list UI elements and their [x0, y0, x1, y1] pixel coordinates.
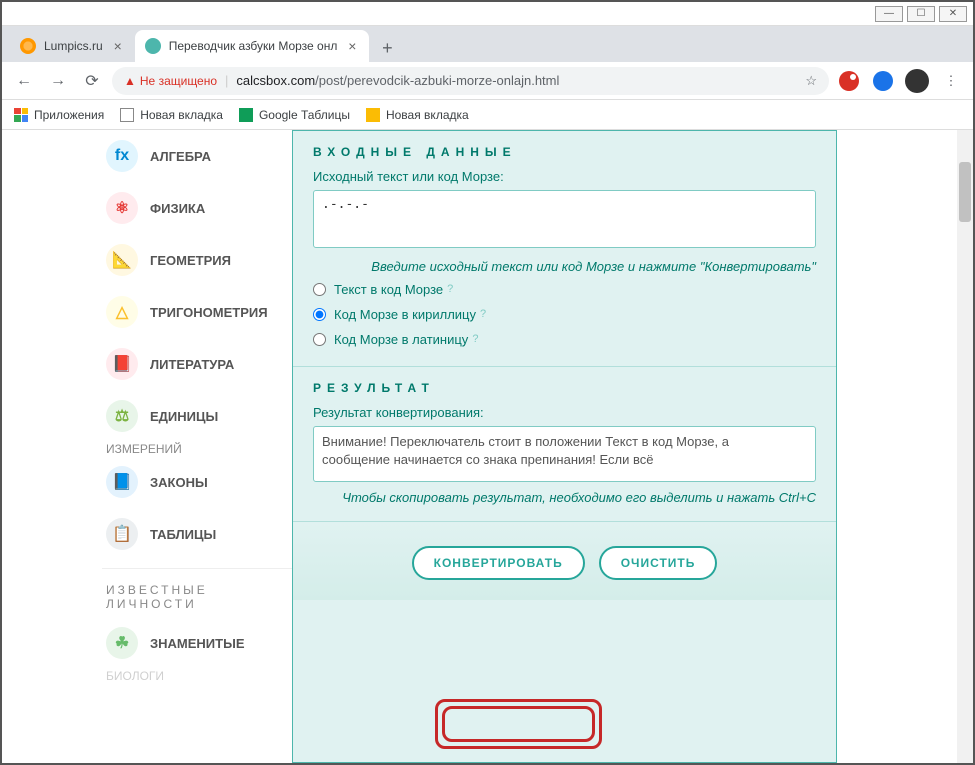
sidebar-label: ЗАКОНЫ [150, 475, 208, 490]
sidebar-label: ФИЗИКА [150, 201, 205, 216]
window-close[interactable]: ✕ [939, 6, 967, 22]
favicon-lumpics [20, 38, 36, 54]
sidebar-item-trigonometry[interactable]: △ ТРИГОНОМЕТРИЯ [102, 286, 292, 338]
tab-lumpics[interactable]: Lumpics.ru × [10, 30, 135, 62]
bookmarks-bar: Приложения Новая вкладка Google Таблицы … [2, 100, 973, 130]
sidebar-label: ТАБЛИЦЫ [150, 527, 216, 542]
result-section-header: РЕЗУЛЬТАТ [293, 367, 836, 405]
page-icon [366, 108, 380, 122]
literature-icon: 📕 [106, 348, 138, 380]
bookmark-label: Google Таблицы [259, 108, 350, 122]
tables-icon: 📋 [106, 518, 138, 550]
sidebar-label: АЛГЕБРА [150, 149, 211, 164]
radio-morse-to-cyrillic[interactable]: Код Морзе в кириллицу? [313, 302, 816, 327]
radio-input[interactable] [313, 333, 326, 346]
category-sidebar: fx АЛГЕБРА ⚛ ФИЗИКА 📐 ГЕОМЕТРИЯ △ ТРИГОНОМЕТ… [102, 130, 292, 763]
not-secure-warning: ▲ Не защищено [124, 74, 217, 88]
sidebar-item-physics[interactable]: ⚛ ФИЗИКА [102, 182, 292, 234]
source-textarea[interactable] [313, 190, 816, 248]
morse-converter-form: ВХОДНЫЕ ДАННЫЕ Исходный текст или код Мо… [292, 130, 837, 763]
tab-title: Переводчик азбуки Морзе онл [169, 39, 338, 53]
sidebar-item-literature[interactable]: 📕 ЛИТЕРАТУРА [102, 338, 292, 390]
bookmark-newtab[interactable]: Новая вкладка [120, 108, 223, 122]
sidebar-label: ЕДИНИЦЫ [150, 409, 218, 424]
profile-avatar[interactable] [903, 67, 931, 95]
physics-icon: ⚛ [106, 192, 138, 224]
input-section-header: ВХОДНЫЕ ДАННЫЕ [293, 131, 836, 169]
sidebar-section-header: ИЗВЕСТНЫЕ ЛИЧНОСТИ [102, 568, 292, 617]
radio-morse-to-latin[interactable]: Код Морзе в латиницу? [313, 327, 816, 352]
window-maximize[interactable]: ☐ [907, 6, 935, 22]
radio-input[interactable] [313, 283, 326, 296]
window-minimize[interactable]: — [875, 6, 903, 22]
bookmark-label: Новая вкладка [386, 108, 469, 122]
convert-button[interactable]: КОНВЕРТИРОВАТЬ [412, 546, 585, 580]
scrollbar-thumb[interactable] [959, 162, 971, 222]
apps-icon [14, 108, 28, 122]
sidebar-item-geometry[interactable]: 📐 ГЕОМЕТРИЯ [102, 234, 292, 286]
separator: | [225, 73, 228, 88]
browser-tabstrip: Lumpics.ru × Переводчик азбуки Морзе онл… [2, 26, 973, 62]
sidebar-item-algebra[interactable]: fx АЛГЕБРА [102, 130, 292, 182]
sidebar-label-sub: ИЗМЕРЕНИЙ [102, 442, 292, 456]
radio-label: Код Морзе в кириллицу [334, 307, 476, 322]
sheets-icon [239, 108, 253, 122]
radio-text-to-morse[interactable]: Текст в код Морзе? [313, 277, 816, 302]
sidebar-label: ТРИГОНОМЕТРИЯ [150, 305, 268, 320]
apps-shortcut[interactable]: Приложения [14, 108, 104, 122]
sidebar-label: ЗНАМЕНИТЫЕ [150, 636, 245, 651]
units-icon: ⚖ [106, 400, 138, 432]
bookmark-label: Приложения [34, 108, 104, 122]
bookmark-sheets[interactable]: Google Таблицы [239, 108, 350, 122]
url-text: calcsbox.com/post/perevodcik-azbuki-morz… [236, 73, 559, 88]
button-row: КОНВЕРТИРОВАТЬ ОЧИСТИТЬ [293, 521, 836, 600]
clear-button[interactable]: ОЧИСТИТЬ [599, 546, 718, 580]
result-label: Результат конвертирования: [313, 405, 816, 420]
help-icon[interactable]: ? [472, 333, 478, 345]
result-textarea[interactable]: Внимание! Переключатель стоит в положени… [313, 426, 816, 482]
radio-label: Текст в код Морзе [334, 282, 443, 297]
famous-icon: ☘ [106, 627, 138, 659]
back-button[interactable]: ← [10, 67, 38, 95]
extension-translate[interactable] [869, 67, 897, 95]
help-icon[interactable]: ? [447, 283, 453, 295]
sidebar-label: ЛИТЕРАТУРА [150, 357, 234, 372]
menu-button[interactable]: ⋮ [937, 67, 965, 95]
bookmark-label: Новая вкладка [140, 108, 223, 122]
reload-button[interactable]: ⟳ [78, 67, 106, 95]
tab-title: Lumpics.ru [44, 39, 103, 53]
favicon-calcsbox [145, 38, 161, 54]
sidebar-item-tables[interactable]: 📋 ТАБЛИЦЫ [102, 508, 292, 560]
bookmark-newtab2[interactable]: Новая вкладка [366, 108, 469, 122]
sidebar-item-laws[interactable]: 📘 ЗАКОНЫ [102, 456, 292, 508]
result-hint: Чтобы скопировать результат, необходимо … [313, 488, 816, 508]
sidebar-label-sub: БИОЛОГИ [102, 669, 292, 683]
sidebar-label: ГЕОМЕТРИЯ [150, 253, 231, 268]
page-scrollbar[interactable] [957, 130, 973, 763]
radio-label: Код Морзе в латиницу [334, 332, 468, 347]
tab-calcsbox[interactable]: Переводчик азбуки Морзе онл × [135, 30, 370, 62]
window-titlebar: — ☐ ✕ [2, 2, 973, 26]
extension-adblock[interactable] [835, 67, 863, 95]
tab-close-icon[interactable]: × [345, 39, 359, 53]
tab-close-icon[interactable]: × [111, 39, 125, 53]
new-tab-button[interactable]: + [373, 34, 401, 62]
geometry-icon: 📐 [106, 244, 138, 276]
algebra-icon: fx [106, 140, 138, 172]
star-icon[interactable]: ☆ [805, 73, 817, 89]
forward-button[interactable]: → [44, 67, 72, 95]
input-label: Исходный текст или код Морзе: [313, 169, 816, 184]
address-bar[interactable]: ▲ Не защищено | calcsbox.com/post/perevo… [112, 67, 829, 95]
laws-icon: 📘 [106, 466, 138, 498]
input-hint: Введите исходный текст или код Морзе и н… [313, 257, 816, 277]
sidebar-item-units[interactable]: ⚖ ЕДИНИЦЫ [102, 390, 292, 442]
radio-input[interactable] [313, 308, 326, 321]
browser-toolbar: ← → ⟳ ▲ Не защищено | calcsbox.com/post/… [2, 62, 973, 100]
help-icon[interactable]: ? [480, 308, 486, 320]
sidebar-item-famous[interactable]: ☘ ЗНАМЕНИТЫЕ [102, 617, 292, 669]
trigonometry-icon: △ [106, 296, 138, 328]
page-icon [120, 108, 134, 122]
page-viewport: fx АЛГЕБРА ⚛ ФИЗИКА 📐 ГЕОМЕТРИЯ △ ТРИГОНОМЕТ… [2, 130, 973, 763]
